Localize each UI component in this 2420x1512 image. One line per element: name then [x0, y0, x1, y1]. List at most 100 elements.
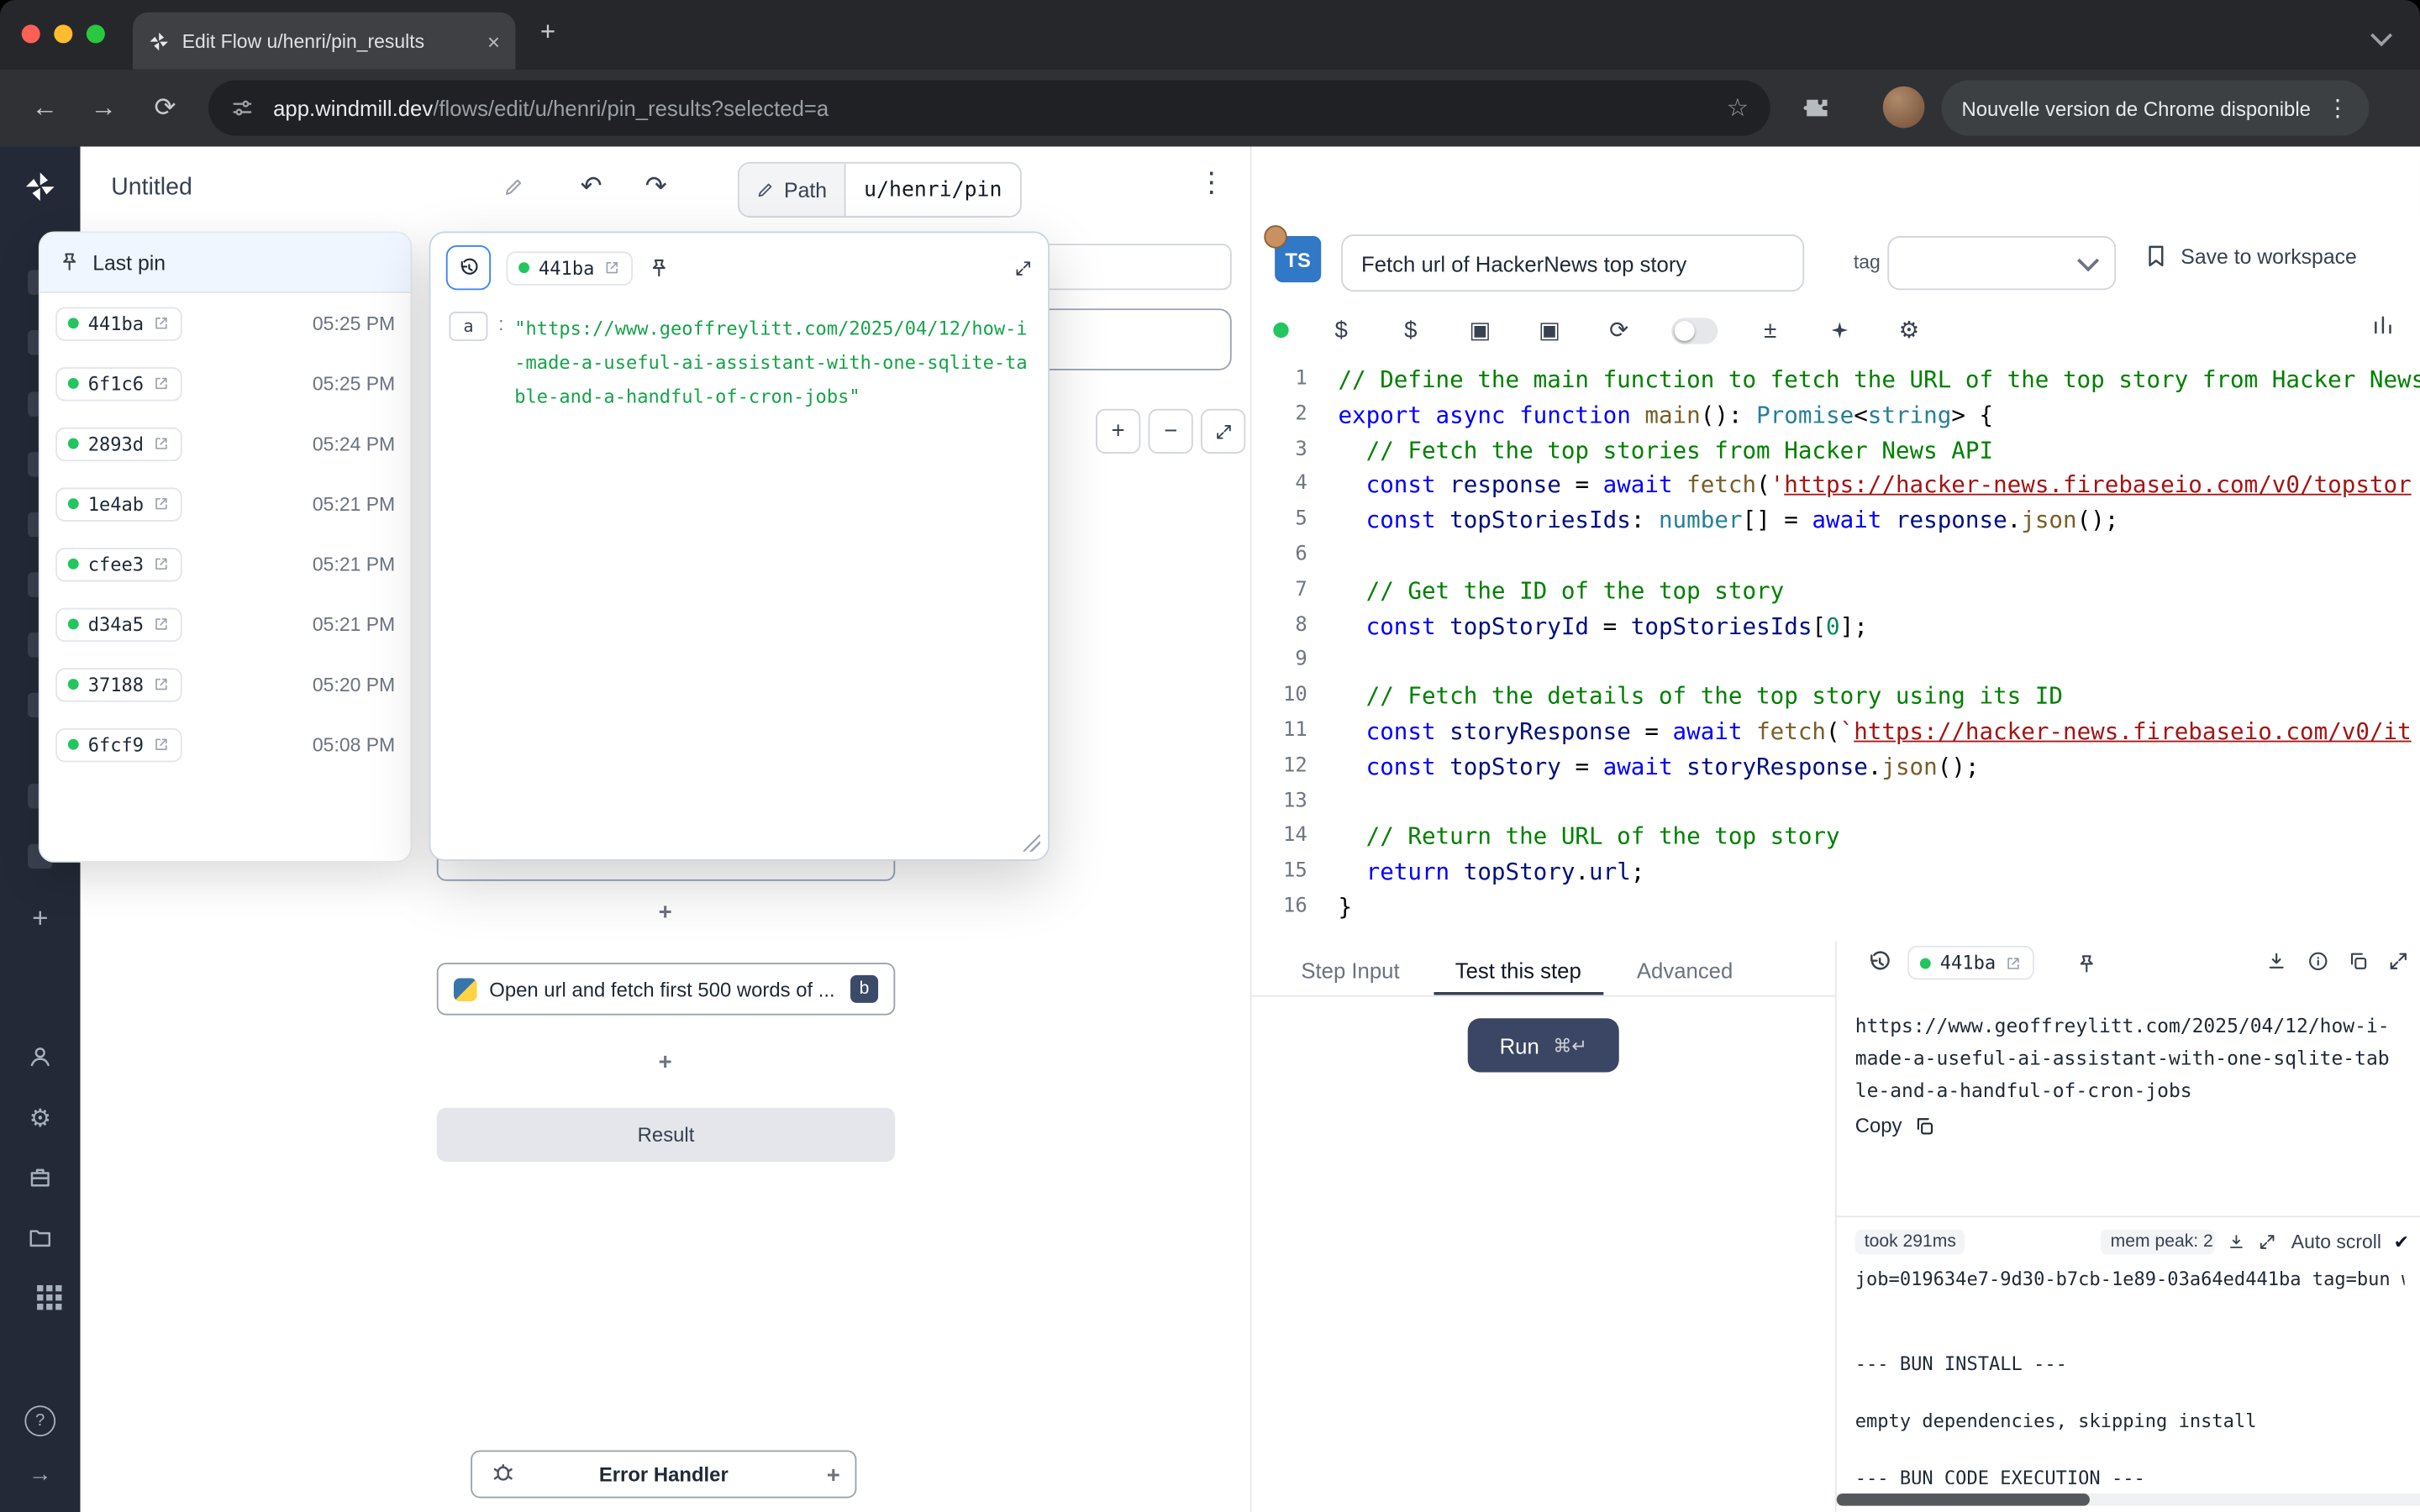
- pin-row[interactable]: cfee305:21 PM: [40, 534, 411, 595]
- pin-id-chip[interactable]: 2893d: [55, 427, 182, 460]
- tab-close-icon[interactable]: ×: [487, 29, 500, 53]
- tab-search-icon[interactable]: [2374, 28, 2389, 43]
- workers-icon[interactable]: [0, 1165, 81, 1189]
- flow-name[interactable]: Untitled: [111, 175, 192, 202]
- browser-tab[interactable]: Edit Flow u/henri/pin_results ×: [133, 13, 516, 70]
- path-control[interactable]: Path u/henri/pin: [738, 162, 1022, 218]
- more-options-kebab[interactable]: ⋮: [1197, 166, 1225, 199]
- apps-grid-icon[interactable]: [0, 1285, 81, 1291]
- download-result-icon[interactable]: [2265, 950, 2287, 972]
- zoom-out-button[interactable]: −: [1149, 409, 1193, 454]
- browser-menu-icon[interactable]: ⋮: [2326, 94, 2349, 122]
- summary-input[interactable]: [1341, 234, 1804, 291]
- settings-gear-icon[interactable]: ⚙: [0, 1103, 81, 1134]
- extensions-icon[interactable]: [1802, 96, 1827, 120]
- save-to-workspace-button[interactable]: Save to workspace: [2144, 244, 2357, 268]
- pin-row[interactable]: d34a505:21 PM: [40, 594, 411, 654]
- help-icon[interactable]: ?: [0, 1405, 81, 1436]
- pin-row[interactable]: 3718805:20 PM: [40, 654, 411, 715]
- variables-icon[interactable]: $: [1324, 313, 1358, 347]
- external-link-icon[interactable]: [153, 736, 170, 753]
- pin-id-chip[interactable]: cfee3: [55, 547, 182, 580]
- pin-row[interactable]: 441ba05:25 PM: [40, 293, 411, 354]
- pin-icon[interactable]: [2075, 953, 2097, 975]
- pin-id-chip[interactable]: 1e4ab: [55, 486, 182, 520]
- autoscroll-checkbox[interactable]: ✔: [2394, 1231, 2409, 1253]
- external-link-icon[interactable]: [153, 315, 170, 332]
- tab-step-input[interactable]: Step Input: [1280, 944, 1422, 995]
- resize-grip[interactable]: [1023, 835, 1040, 852]
- user-icon[interactable]: [0, 1044, 81, 1068]
- pin-row[interactable]: 6fcf905:08 PM: [40, 714, 411, 774]
- fit-view-button[interactable]: [1201, 409, 1245, 454]
- windmill-logo[interactable]: [0, 170, 81, 203]
- resources-icon[interactable]: $: [1394, 313, 1428, 347]
- editor-toggle[interactable]: [1671, 317, 1718, 343]
- external-link-icon[interactable]: [603, 260, 620, 276]
- insert-step-button[interactable]: +: [653, 900, 677, 924]
- bookmark-star-icon[interactable]: ☆: [1727, 92, 1749, 123]
- flow-node-error-handler[interactable]: Error Handler +: [471, 1451, 856, 1499]
- editor-settings-icon[interactable]: ⚙: [1892, 313, 1926, 347]
- scrollbar-thumb[interactable]: [1837, 1494, 2090, 1506]
- zoom-in-button[interactable]: +: [1096, 409, 1140, 454]
- expand-popup-icon[interactable]: [1014, 259, 1033, 277]
- external-link-icon[interactable]: [153, 375, 170, 391]
- history-toggle-button[interactable]: [446, 245, 491, 290]
- pin-row[interactable]: 6f1c605:25 PM: [40, 354, 411, 414]
- folders-icon[interactable]: [0, 1225, 81, 1249]
- expand-logs-icon[interactable]: [2257, 1233, 2275, 1252]
- reload-button[interactable]: ⟳: [145, 88, 186, 129]
- external-link-icon[interactable]: [153, 616, 170, 633]
- pin-row[interactable]: 1e4ab05:21 PM: [40, 474, 411, 534]
- new-tab-button[interactable]: +: [540, 17, 555, 48]
- redo-button[interactable]: ↷: [645, 171, 667, 202]
- chrome-update-pill[interactable]: Nouvelle version de Chrome disponible ⋮: [1942, 81, 2370, 136]
- pin-id-chip[interactable]: 6f1c6: [55, 366, 182, 400]
- maximize-window-button[interactable]: [87, 24, 105, 43]
- logs-hscrollbar[interactable]: [1837, 1494, 2420, 1506]
- external-link-icon[interactable]: [2005, 954, 2022, 971]
- ai-assist-icon[interactable]: [1823, 313, 1856, 347]
- tab-advanced[interactable]: Advanced: [1615, 944, 1754, 995]
- external-link-icon[interactable]: [153, 496, 170, 512]
- run-button[interactable]: Run ⌘↵: [1468, 1018, 1619, 1072]
- close-window-button[interactable]: [22, 24, 40, 43]
- back-button[interactable]: ←: [24, 88, 65, 129]
- error-handler-add-icon[interactable]: +: [821, 1462, 845, 1487]
- result-id-chip[interactable]: 441ba: [1907, 946, 2034, 979]
- pin-row[interactable]: 2893d05:24 PM: [40, 413, 411, 474]
- flow-node-result[interactable]: Result: [437, 1108, 896, 1162]
- reload-deps-icon[interactable]: ⟳: [1602, 313, 1636, 347]
- site-settings-icon[interactable]: [230, 96, 255, 120]
- download-logs-icon[interactable]: [2227, 1233, 2245, 1252]
- profile-avatar[interactable]: [1883, 87, 1925, 129]
- insert-step-button-2[interactable]: +: [653, 1049, 677, 1074]
- flow-node-b[interactable]: Open url and fetch first 500 words of ..…: [437, 963, 896, 1015]
- pin-id-chip[interactable]: 37188: [55, 667, 182, 701]
- external-link-icon[interactable]: [153, 675, 170, 692]
- external-link-icon[interactable]: [153, 555, 170, 572]
- pin-id-chip[interactable]: 441ba: [55, 307, 182, 340]
- copy-result-icon[interactable]: [2348, 950, 2370, 972]
- popup-id-chip[interactable]: 441ba: [506, 250, 633, 284]
- forward-button[interactable]: →: [83, 88, 124, 129]
- pin-icon[interactable]: [649, 257, 671, 279]
- undo-button[interactable]: ↶: [581, 171, 602, 202]
- expand-result-icon[interactable]: [2387, 950, 2409, 972]
- history-icon[interactable]: [1867, 950, 1891, 974]
- collapse-sidebar-icon[interactable]: →: [0, 1461, 81, 1487]
- pin-id-chip[interactable]: 6fcf9: [55, 727, 182, 761]
- info-icon[interactable]: [2307, 950, 2329, 972]
- pin-id-chip[interactable]: d34a5: [55, 607, 182, 641]
- diff-editor-icon[interactable]: ±: [1754, 313, 1787, 347]
- library-icon[interactable]: ▣: [1533, 313, 1566, 347]
- address-bar[interactable]: app.windmill.dev /flows/edit/u/henri/pin…: [208, 81, 1770, 136]
- external-link-icon[interactable]: [153, 435, 170, 452]
- minimize-window-button[interactable]: [54, 24, 72, 43]
- tab-test-this-step[interactable]: Test this step: [1434, 944, 1602, 995]
- tag-select[interactable]: [1887, 236, 2116, 290]
- code-editor[interactable]: 1// Define the main function to fetch th…: [1252, 363, 2420, 940]
- assets-bars-icon[interactable]: [2370, 313, 2395, 338]
- package-icon[interactable]: ▣: [1463, 313, 1497, 347]
